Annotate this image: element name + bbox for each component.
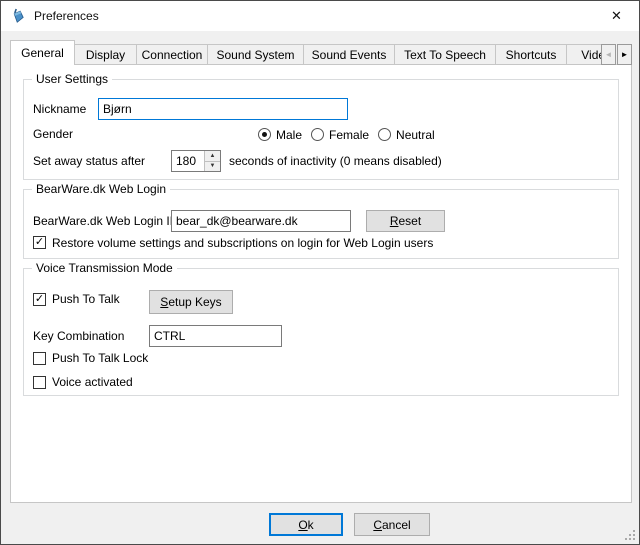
cancel-button[interactable]: Cancel <box>354 513 430 536</box>
nickname-input[interactable] <box>98 98 348 120</box>
push-to-talk-lock-label[interactable]: Push To Talk Lock <box>52 351 148 365</box>
nickname-label: Nickname <box>33 102 86 116</box>
setup-keys-button[interactable]: Setup Keys <box>149 290 233 314</box>
tab-text-to-speech[interactable]: Text To Speech <box>395 44 496 65</box>
tab-scroll-left-button[interactable]: ◄ <box>601 44 616 65</box>
radio-female-icon <box>311 128 324 141</box>
push-to-talk-checkbox[interactable]: ✓ <box>33 293 46 306</box>
web-login-group: BearWare.dk Web Login BearWare.dk Web Lo… <box>23 189 619 259</box>
arrow-left-icon: ◄ <box>605 50 613 59</box>
radio-neutral[interactable]: Neutral <box>378 128 435 142</box>
web-login-id-label: BearWare.dk Web Login ID <box>33 214 178 228</box>
voice-activated-checkbox[interactable]: ✓ <box>33 376 46 389</box>
gender-radio-group: Male Female Neutral <box>258 127 435 142</box>
radio-male[interactable]: Male <box>258 128 302 142</box>
arrow-right-icon: ► <box>621 50 629 59</box>
group-title: Voice Transmission Mode <box>32 261 177 275</box>
spinner-up-icon[interactable]: ▲ <box>205 151 220 162</box>
window-title: Preferences <box>34 9 99 23</box>
away-seconds-spinner[interactable]: 180 ▲ ▼ <box>171 150 221 172</box>
key-combination-label: Key Combination <box>33 329 124 343</box>
general-tab-panel: User Settings Nickname Gender Male Femal… <box>10 64 632 503</box>
close-button[interactable]: ✕ <box>594 1 639 30</box>
tab-connection[interactable]: Connection <box>137 44 208 65</box>
check-icon: ✓ <box>35 237 44 248</box>
check-icon: ✓ <box>35 294 44 305</box>
reset-button[interactable]: Reset <box>366 210 445 232</box>
restore-volume-checkbox[interactable]: ✓ <box>33 236 46 249</box>
push-to-talk-label[interactable]: Push To Talk <box>52 292 120 306</box>
app-icon <box>10 8 26 24</box>
away-label: Set away status after <box>33 154 145 168</box>
radio-neutral-icon <box>378 128 391 141</box>
resize-grip[interactable] <box>625 530 635 540</box>
group-title: BearWare.dk Web Login <box>32 182 170 196</box>
key-combination-input[interactable] <box>149 325 282 347</box>
user-settings-group: User Settings Nickname Gender Male Femal… <box>23 79 619 180</box>
spinner-down-icon[interactable]: ▼ <box>205 162 220 172</box>
ok-button[interactable]: Ok <box>269 513 343 536</box>
voice-activated-label[interactable]: Voice activated <box>52 375 133 389</box>
radio-male-icon <box>258 128 271 141</box>
tab-scroll-right-button[interactable]: ► <box>617 44 632 65</box>
radio-female[interactable]: Female <box>311 128 369 142</box>
tab-bar: General Display Connection Sound System … <box>10 40 601 65</box>
tab-general[interactable]: General <box>10 40 75 65</box>
push-to-talk-lock-checkbox[interactable]: ✓ <box>33 352 46 365</box>
tab-sound-system[interactable]: Sound System <box>208 44 304 65</box>
close-icon: ✕ <box>611 8 622 24</box>
group-title: User Settings <box>32 72 112 86</box>
restore-volume-label[interactable]: Restore volume settings and subscription… <box>52 236 433 250</box>
tab-video[interactable]: Video <box>567 44 601 65</box>
gender-label: Gender <box>33 127 73 141</box>
tab-sound-events[interactable]: Sound Events <box>304 44 395 65</box>
web-login-id-input[interactable] <box>171 210 351 232</box>
away-suffix-label: seconds of inactivity (0 means disabled) <box>229 154 442 168</box>
away-seconds-value: 180 <box>172 151 204 171</box>
tab-shortcuts[interactable]: Shortcuts <box>496 44 567 65</box>
titlebar: Preferences ✕ <box>1 1 639 31</box>
voice-transmission-group: Voice Transmission Mode ✓ Push To Talk S… <box>23 268 619 396</box>
preferences-dialog: Preferences ✕ General Display Connection… <box>0 0 640 545</box>
tab-display[interactable]: Display <box>75 44 137 65</box>
